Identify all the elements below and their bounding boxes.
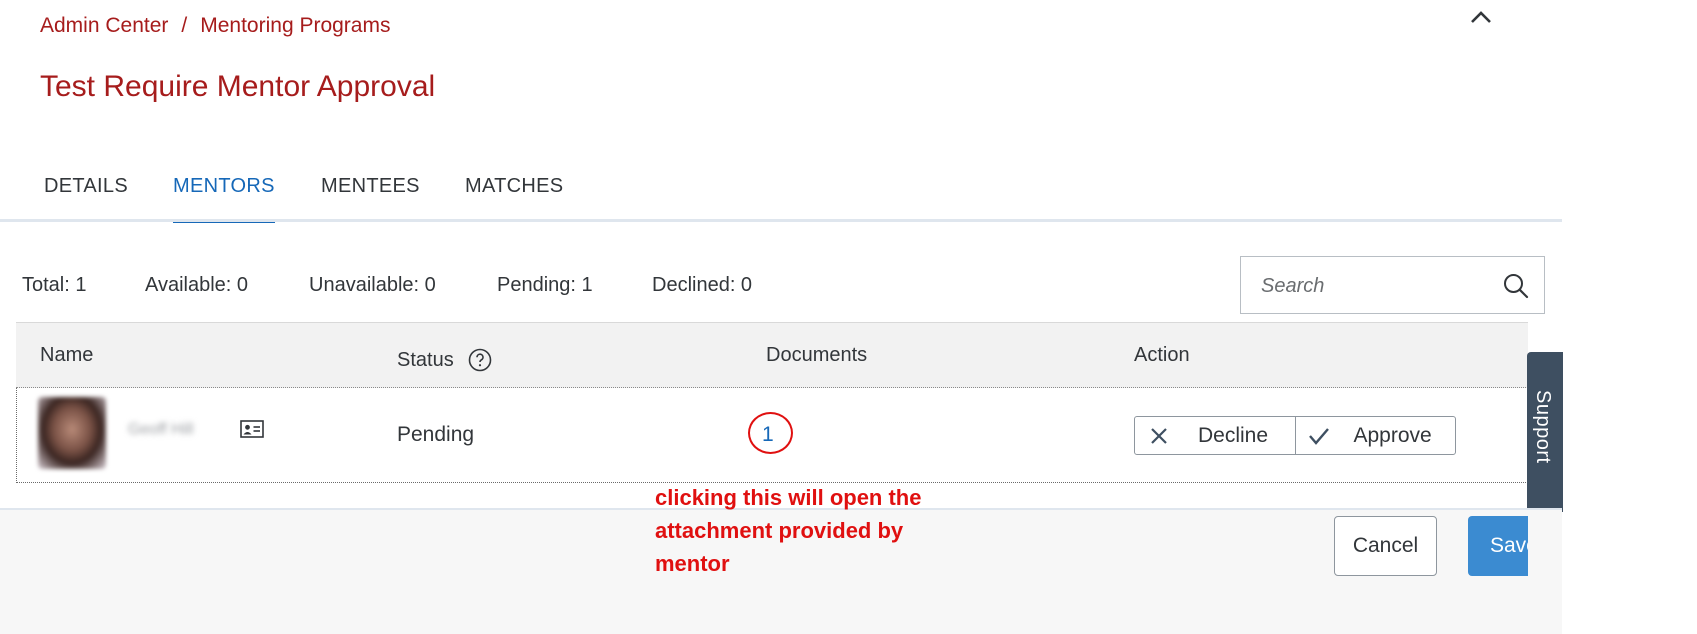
breadcrumb-admin-center[interactable]: Admin Center	[40, 14, 168, 37]
decline-label: Decline	[1198, 424, 1269, 447]
action-segmented-button: Decline Approve	[1134, 416, 1456, 455]
decline-button[interactable]: Decline	[1135, 417, 1295, 454]
collapse-header-button[interactable]	[1466, 4, 1496, 28]
support-label: Support	[1532, 390, 1554, 464]
annotation-circle	[748, 412, 793, 454]
count-declined: Declined: 0	[652, 274, 753, 296]
save-button[interactable]: Save	[1468, 516, 1528, 576]
approve-label: Approve	[1353, 424, 1432, 447]
search-icon[interactable]	[1502, 272, 1530, 300]
column-header-name: Name	[40, 344, 94, 366]
column-header-action: Action	[1134, 344, 1190, 366]
cancel-button[interactable]: Cancel	[1334, 516, 1437, 576]
tab-bar: DETAILS MENTORS MENTEES MATCHES	[0, 165, 1562, 223]
search-box	[1240, 256, 1545, 314]
annotation-text: clicking this will open the attachment p…	[655, 485, 922, 576]
question-circle-icon[interactable]	[468, 348, 492, 372]
breadcrumb: Admin Center / Mentoring Programs	[40, 14, 390, 38]
page-title: Test Require Mentor Approval	[40, 70, 436, 103]
tab-details[interactable]: DETAILS	[44, 175, 128, 221]
search-input[interactable]	[1242, 258, 1513, 314]
count-total: Total: 1	[22, 274, 87, 296]
close-icon	[1151, 428, 1167, 444]
column-header-status: Status	[397, 349, 454, 371]
count-available: Available: 0	[145, 274, 249, 296]
status-value: Pending	[397, 423, 475, 446]
breadcrumb-mentoring-programs[interactable]: Mentoring Programs	[200, 14, 390, 37]
breadcrumb-separator: /	[181, 14, 188, 37]
support-tab[interactable]: Support	[1527, 352, 1563, 512]
contact-card-icon[interactable]	[240, 419, 264, 439]
tab-divider	[0, 219, 1562, 222]
tab-mentees[interactable]: MENTEES	[321, 175, 420, 221]
tab-mentors[interactable]: MENTORS	[173, 175, 275, 223]
avatar[interactable]	[38, 397, 106, 469]
count-unavailable: Unavailable: 0	[309, 274, 436, 296]
column-header-documents: Documents	[766, 344, 868, 366]
table-header: Name Status Documents Action	[16, 322, 1528, 388]
tab-matches[interactable]: MATCHES	[465, 175, 563, 221]
chevron-up-icon	[1471, 11, 1491, 23]
mentor-name[interactable]: Geoff Hill	[128, 421, 194, 439]
count-pending: Pending: 1	[497, 274, 593, 296]
approve-button[interactable]: Approve	[1294, 417, 1456, 454]
checkmark-icon	[1308, 428, 1329, 445]
